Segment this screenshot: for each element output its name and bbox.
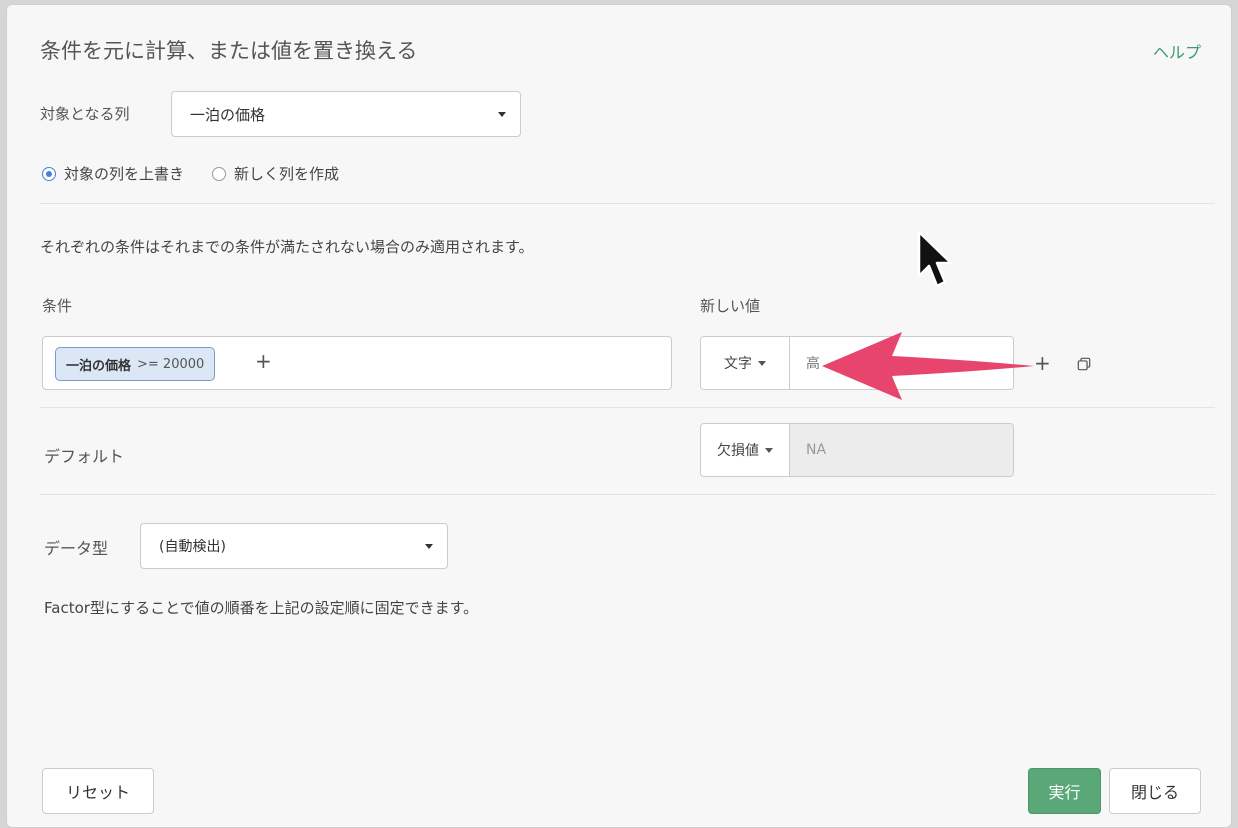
default-value-group: 欠損値 NA (700, 423, 1014, 477)
condition-header: 条件 (42, 297, 73, 315)
dialog-title: 条件を元に計算、または値を置き換える (40, 39, 418, 63)
data-type-value: (自動検出) (159, 539, 226, 555)
chevron-down-icon (765, 447, 773, 453)
default-label: デフォルト (44, 447, 125, 466)
mode-radio-group: 対象の列を上書き 新しく列を作成 (42, 163, 359, 184)
radio-unchecked-icon[interactable] (212, 166, 227, 181)
condition-input[interactable]: 一泊の価格 >= 20000 + (42, 336, 672, 390)
divider (40, 407, 1215, 408)
chip-column: 一泊の価格 (66, 358, 132, 374)
target-column-value: 一泊の価格 (190, 105, 266, 124)
default-value-input: NA (790, 424, 1013, 476)
add-condition-icon[interactable]: + (255, 349, 272, 373)
reset-button[interactable]: リセット (42, 768, 154, 814)
value-type-label: 文字 (724, 356, 752, 372)
chip-expression: >= 20000 (137, 356, 205, 372)
copy-icon[interactable] (1077, 357, 1091, 371)
radio-create-new[interactable]: 新しく列を作成 (212, 163, 339, 184)
default-type-dropdown[interactable]: 欠損値 (701, 424, 790, 476)
chevron-down-icon (498, 112, 506, 117)
conditions-note: それぞれの条件はそれまでの条件が満たされない場合のみ適用されます。 (40, 238, 534, 256)
chevron-down-icon (758, 360, 766, 366)
condition-chip[interactable]: 一泊の価格 >= 20000 (55, 347, 216, 381)
new-value-header: 新しい値 (700, 297, 761, 315)
value-type-dropdown[interactable]: 文字 (701, 337, 790, 389)
modal-dialog: 条件を元に計算、または値を置き換える ヘルプ 対象となる列 一泊の価格 対象の列… (6, 4, 1232, 828)
mouse-cursor-icon (917, 230, 953, 288)
target-column-label: 対象となる列 (40, 105, 130, 123)
default-type-label: 欠損値 (717, 443, 759, 459)
run-button[interactable]: 実行 (1028, 768, 1101, 814)
data-type-label: データ型 (44, 539, 109, 558)
target-column-select[interactable]: 一泊の価格 (171, 91, 521, 137)
annotation-arrow-icon (822, 332, 1034, 400)
factor-note: Factor型にすることで値の順番を上記の設定順に固定できます。 (44, 599, 479, 617)
radio-overwrite-label: 対象の列を上書き (64, 165, 185, 183)
divider (40, 494, 1215, 495)
radio-overwrite[interactable]: 対象の列を上書き (42, 163, 184, 184)
close-button[interactable]: 閉じる (1109, 768, 1201, 814)
chevron-down-icon (425, 544, 433, 549)
divider (40, 203, 1215, 204)
help-link[interactable]: ヘルプ (1153, 39, 1201, 63)
radio-create-label: 新しく列を作成 (234, 165, 340, 183)
radio-checked-icon[interactable] (42, 166, 56, 181)
data-type-select[interactable]: (自動検出) (140, 523, 448, 569)
